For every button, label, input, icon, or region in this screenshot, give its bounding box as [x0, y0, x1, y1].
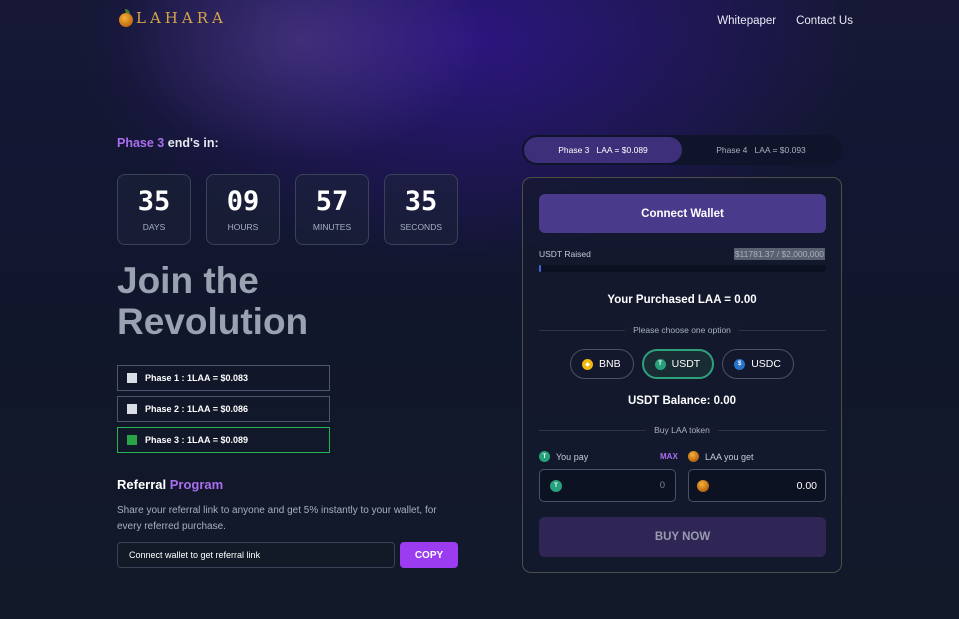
countdown-minutes: 57 MINUTES — [295, 174, 369, 245]
countdown-seconds: 35 SECONDS — [384, 174, 458, 245]
receive-amount-value: 0.00 — [796, 479, 817, 492]
countdown-label: MINUTES — [312, 222, 352, 232]
purchase-panel: Connect Wallet USDT Raised $11781.37 / $… — [522, 177, 842, 573]
tab-phase-4[interactable]: Phase 4 LAA = $0.093 — [682, 137, 840, 163]
countdown-days: 35 DAYS — [117, 174, 191, 245]
countdown-value: 09 — [226, 186, 260, 217]
usdt-icon: T — [654, 358, 666, 370]
countdown-value: 57 — [315, 186, 349, 217]
phase-name: Phase 3 — [117, 136, 165, 150]
phase-item-2: Phase 2 : 1LAA = $0.086 — [117, 396, 330, 422]
phase-end-suffix: end's in: — [164, 136, 219, 150]
token-label: USDT — [671, 358, 701, 370]
laa-token-icon — [697, 479, 709, 492]
buy-section-text: Buy LAA token — [646, 425, 718, 435]
laa-you-get-label: LAA you get — [688, 451, 754, 462]
phase-item-label: Phase 2 : 1LAA = $0.086 — [145, 404, 248, 414]
bnb-icon: ◆ — [582, 358, 594, 370]
nav-contact-link[interactable]: Contact Us — [796, 15, 853, 27]
logo-text: LAHARA — [136, 9, 227, 27]
max-button[interactable]: MAX — [660, 452, 678, 461]
pay-amount-value: 0 — [659, 480, 665, 491]
countdown-value: 35 — [404, 186, 438, 217]
token-bnb-button[interactable]: ◆ BNB — [570, 349, 634, 379]
purchased-laa: Your Purchased LAA = 0.00 — [607, 294, 757, 306]
usdt-icon: T — [539, 451, 550, 462]
phase-tabs: Phase 3 LAA = $0.089 Phase 4 LAA = $0.09… — [522, 135, 842, 165]
usdt-raised-value: $11781.37 / $2,000,000 — [733, 248, 825, 260]
countdown-label: HOURS — [227, 222, 259, 232]
referral-title: Referral Program — [117, 477, 223, 492]
token-selector: ◆ BNB T USDT $ USDC — [523, 349, 841, 379]
logo-fruit-icon — [118, 9, 134, 27]
raise-progress-fill — [539, 265, 541, 272]
laa-token-icon — [688, 451, 699, 462]
countdown-hours: 09 HOURS — [206, 174, 280, 245]
token-label: USDC — [751, 358, 781, 370]
hero-line-1: Join the — [117, 260, 259, 301]
token-usdc-button[interactable]: $ USDC — [722, 349, 794, 379]
token-usdt-button[interactable]: T USDT — [641, 349, 715, 379]
you-pay-text: You pay — [556, 451, 589, 462]
phase-item-label: Phase 1 : 1LAA = $0.083 — [145, 373, 248, 383]
countdown: 35 DAYS 09 HOURS 57 MINUTES 35 SECONDS — [117, 174, 458, 245]
logo[interactable]: LAHARA — [118, 9, 227, 27]
countdown-value: 35 — [137, 186, 171, 217]
hero-heading: Join the Revolution — [117, 260, 437, 342]
buy-section-divider: Buy LAA token — [523, 425, 841, 435]
choose-option-divider: Please choose one option — [523, 325, 841, 335]
phase-list: Phase 1 : 1LAA = $0.083 Phase 2 : 1LAA =… — [117, 365, 330, 458]
laa-you-get-text: LAA you get — [705, 451, 754, 462]
usdt-raised-label: USDT Raised — [539, 249, 591, 259]
tab-phase-3[interactable]: Phase 3 LAA = $0.089 — [524, 137, 682, 163]
phase-status-square-icon — [127, 404, 137, 414]
buy-now-button[interactable]: BUY NOW — [539, 517, 826, 557]
you-pay-label: T You pay — [539, 451, 588, 462]
phase-item-1: Phase 1 : 1LAA = $0.083 — [117, 365, 330, 391]
usdc-icon: $ — [734, 358, 746, 370]
phase-status-square-icon — [127, 435, 137, 445]
phase-status-square-icon — [127, 373, 137, 383]
hero-line-2: Revolution — [117, 301, 309, 342]
referral-description: Share your referral link to anyone and g… — [117, 505, 437, 532]
countdown-label: DAYS — [142, 222, 166, 232]
top-nav: Whitepaper Contact Us — [717, 15, 853, 27]
choose-option-text: Please choose one option — [625, 325, 739, 335]
token-label: BNB — [599, 358, 621, 370]
countdown-label: SECONDS — [399, 222, 443, 232]
nav-whitepaper-link[interactable]: Whitepaper — [717, 15, 776, 27]
phase-end-title: Phase 3 end's in: — [117, 136, 219, 150]
phase-item-label: Phase 3 : 1LAA = $0.089 — [145, 435, 248, 445]
copy-button[interactable]: COPY — [400, 542, 458, 568]
raise-progress-bar — [539, 265, 826, 272]
phase-item-3: Phase 3 : 1LAA = $0.089 — [117, 427, 330, 453]
referral-link-field[interactable]: Connect wallet to get referral link — [117, 542, 395, 568]
receive-amount-field: 0.00 — [688, 469, 826, 502]
pay-amount-input[interactable]: T 0 — [539, 469, 676, 502]
referral-title-word: Referral — [117, 477, 167, 492]
referral-title-highlight: Program — [166, 477, 224, 492]
token-balance: USDT Balance: 0.00 — [627, 395, 736, 407]
connect-wallet-button[interactable]: Connect Wallet — [539, 194, 826, 233]
usdt-icon: T — [550, 479, 562, 492]
